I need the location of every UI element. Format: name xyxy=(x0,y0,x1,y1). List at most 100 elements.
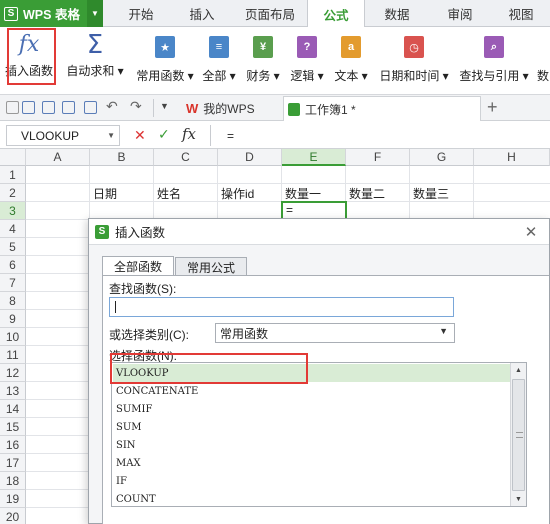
finance-button[interactable]: ¥ 财务 ▾ xyxy=(244,32,282,88)
row-header[interactable]: 6 xyxy=(0,256,26,274)
row-header[interactable]: 4 xyxy=(0,220,26,238)
logic-button[interactable]: ? 逻辑 ▾ xyxy=(288,32,326,88)
col-header-b[interactable]: B xyxy=(90,149,154,166)
row-header[interactable]: 1 xyxy=(0,166,26,184)
cell-g2[interactable]: 数量三 xyxy=(410,184,449,202)
text-label: 文本 ▾ xyxy=(334,69,368,83)
function-item-count[interactable]: COUNT xyxy=(113,490,510,508)
col-header-c[interactable]: C xyxy=(154,149,218,166)
tab-formula[interactable]: 公式 xyxy=(307,0,365,28)
tab-view[interactable]: 视图 xyxy=(492,0,550,27)
math-button[interactable]: 数 xyxy=(536,32,550,88)
tab-data[interactable]: 数据 xyxy=(366,0,428,27)
row-header[interactable]: 12 xyxy=(0,364,26,382)
dialog-title: 插入函数 xyxy=(115,226,166,240)
app-menu-button[interactable]: S WPS 表格 ▼ xyxy=(0,0,103,27)
datetime-label: 日期和时间 ▾ xyxy=(379,69,449,83)
row-header[interactable]: 5 xyxy=(0,238,26,256)
row-header[interactable]: 11 xyxy=(0,346,26,364)
cell-c2[interactable]: 姓名 xyxy=(154,184,181,202)
cell-e3[interactable]: = xyxy=(283,201,293,219)
row-header[interactable]: 16 xyxy=(0,436,26,454)
scroll-down-icon[interactable]: ▼ xyxy=(511,492,526,506)
confirm-icon[interactable]: ✓ xyxy=(158,126,170,143)
function-item-max[interactable]: MAX xyxy=(113,454,510,472)
new-tab-icon[interactable]: + xyxy=(487,97,498,118)
insert-function-button[interactable]: fx 插入函数 xyxy=(2,32,56,88)
col-header-h[interactable]: H xyxy=(474,149,550,166)
tab-insert[interactable]: 插入 xyxy=(172,0,232,27)
tab-my-wps-label: 我的WPS xyxy=(203,102,255,116)
lookup-button[interactable]: ⌕ 查找与引用 ▾ xyxy=(456,32,532,88)
function-item-concatenate[interactable]: CONCATENATE xyxy=(113,382,510,400)
function-item-vlookup[interactable]: VLOOKUP xyxy=(113,364,510,382)
col-header-g[interactable]: G xyxy=(410,149,474,166)
row-header[interactable]: 17 xyxy=(0,454,26,472)
common-functions-button[interactable]: ★ 常用函数 ▾ xyxy=(132,32,198,88)
col-header-f[interactable]: F xyxy=(346,149,410,166)
text-button[interactable]: a 文本 ▾ xyxy=(332,32,370,88)
col-header-e[interactable]: E xyxy=(282,149,346,166)
function-item-sin[interactable]: SIN xyxy=(113,436,510,454)
fx-icon[interactable]: fx xyxy=(182,125,196,143)
col-header-a[interactable]: A xyxy=(26,149,90,166)
row-header[interactable]: 7 xyxy=(0,274,26,292)
cancel-icon[interactable]: ✕ xyxy=(134,127,146,144)
row-header[interactable]: 10 xyxy=(0,328,26,346)
chevron-down-icon[interactable]: ▼ xyxy=(107,131,115,140)
category-value: 常用函数 xyxy=(220,326,269,341)
row-header[interactable]: 13 xyxy=(0,382,26,400)
formula-input[interactable]: = xyxy=(210,125,544,146)
function-item-if[interactable]: IF xyxy=(113,472,510,490)
function-item-sumif[interactable]: SUMIF xyxy=(113,400,510,418)
cell-d2[interactable]: 操作id xyxy=(218,184,254,202)
close-icon[interactable]: ✕ xyxy=(521,222,541,242)
row-header[interactable]: 8 xyxy=(0,292,26,310)
save-icon[interactable] xyxy=(22,101,35,114)
row-header[interactable]: 18 xyxy=(0,472,26,490)
export-pdf-icon[interactable] xyxy=(42,101,55,114)
select-all-corner[interactable] xyxy=(0,149,26,166)
undo-icon[interactable]: ↶ xyxy=(106,98,118,115)
datetime-button[interactable]: ◷ 日期和时间 ▾ xyxy=(376,32,452,88)
row-header[interactable]: 9 xyxy=(0,310,26,328)
tab-page-layout[interactable]: 页面布局 xyxy=(234,0,306,27)
print-icon[interactable] xyxy=(62,101,75,114)
chevron-down-icon[interactable]: ▼ xyxy=(439,326,448,336)
row-header[interactable]: 2 xyxy=(0,184,26,202)
tab-common-formulas[interactable]: 常用公式 xyxy=(175,257,247,276)
search-function-input[interactable] xyxy=(109,297,454,317)
scroll-up-icon[interactable]: ▲ xyxy=(511,363,526,377)
formula-bar: VLOOKUP ▼ ✕ ✓ fx = xyxy=(0,122,550,149)
row-header[interactable]: 15 xyxy=(0,418,26,436)
customize-dropdown-icon[interactable]: ▼ xyxy=(160,101,169,111)
cell-f2[interactable]: 数量二 xyxy=(346,184,385,202)
row-header[interactable]: 3 xyxy=(0,202,26,220)
cell-b2[interactable]: 日期 xyxy=(90,184,117,202)
insert-function-label: 插入函数 xyxy=(4,64,53,78)
function-list[interactable]: VLOOKUP CONCATENATE SUMIF SUM SIN MAX IF… xyxy=(111,362,527,507)
question-book-icon: ? xyxy=(297,36,317,58)
redo-icon[interactable]: ↷ xyxy=(130,98,142,115)
function-list-scrollbar[interactable]: ▲ ▼ xyxy=(510,363,526,506)
name-box[interactable]: VLOOKUP ▼ xyxy=(6,125,120,146)
tab-home[interactable]: 开始 xyxy=(112,0,170,27)
tab-workbook[interactable]: 工作簿1 * xyxy=(283,96,481,121)
row-header[interactable]: 20 xyxy=(0,508,26,524)
chevron-down-icon[interactable]: ▼ xyxy=(87,0,103,27)
category-select[interactable]: 常用函数 ▼ xyxy=(215,323,455,343)
all-functions-button[interactable]: ≡ 全部 ▾ xyxy=(200,32,238,88)
function-item-sum[interactable]: SUM xyxy=(113,418,510,436)
menu-bar: S WPS 表格 ▼ 开始 插入 页面布局 公式 数据 审阅 视图 xyxy=(0,0,550,28)
row-header[interactable]: 19 xyxy=(0,490,26,508)
scrollbar-thumb[interactable] xyxy=(512,379,525,491)
row-header[interactable]: 14 xyxy=(0,400,26,418)
col-header-d[interactable]: D xyxy=(218,149,282,166)
cell-e2[interactable]: 数量一 xyxy=(282,184,321,202)
tab-all-functions[interactable]: 全部函数 xyxy=(102,256,174,276)
tab-review[interactable]: 审阅 xyxy=(430,0,490,27)
autosum-button[interactable]: Σ 自动求和 ▾ xyxy=(64,32,126,88)
more-icon[interactable] xyxy=(6,101,19,114)
tab-my-wps[interactable]: W 我的WPS xyxy=(182,96,282,121)
print-preview-icon[interactable] xyxy=(84,101,97,114)
